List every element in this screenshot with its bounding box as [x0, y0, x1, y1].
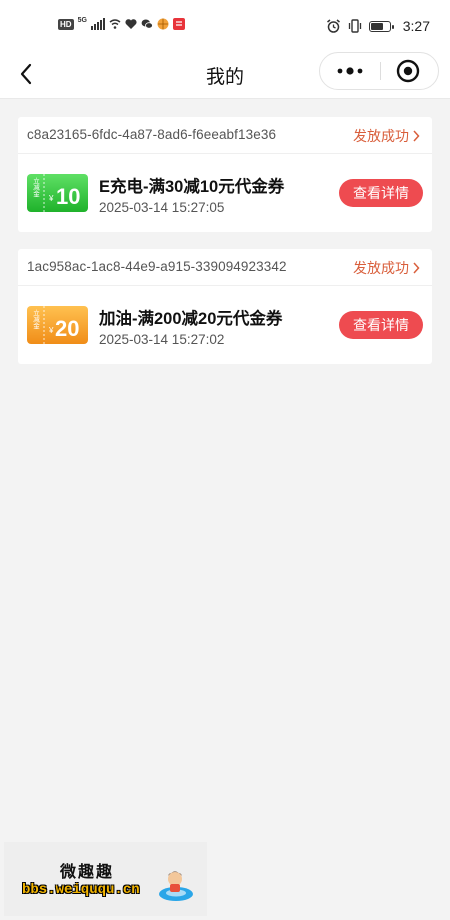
- ball-app-icon: [157, 18, 169, 30]
- order-id: 1ac958ac-1ac8-44e9-a915-339094923342: [27, 259, 287, 274]
- mascot-icon: [159, 871, 193, 901]
- close-button[interactable]: [378, 53, 438, 89]
- vibrate-icon: [348, 19, 361, 33]
- coupon-badge-icon: 立减金 ¥ 10: [27, 174, 88, 212]
- chevron-right-icon: [413, 130, 420, 142]
- view-detail-button[interactable]: 查看详情: [339, 311, 423, 339]
- order-card: c8a23165-6fdc-4a87-8ad6-f6eeabf13e36 发放成…: [18, 117, 432, 232]
- watermark: 微趣趣 bbs.weiququ.cn: [4, 842, 207, 916]
- battery-icon: [368, 20, 394, 32]
- send-status-label: 发放成功: [353, 260, 409, 276]
- order-card-header: 1ac958ac-1ac8-44e9-a915-339094923342 发放成…: [18, 249, 432, 286]
- chevron-left-icon: [20, 63, 32, 85]
- network-label: 5G: [77, 16, 87, 24]
- order-card-header: c8a23165-6fdc-4a87-8ad6-f6eeabf13e36 发放成…: [18, 117, 432, 154]
- watermark-title: 微趣趣: [60, 864, 115, 881]
- watermark-url: bbs.weiququ.cn: [22, 882, 140, 898]
- alarm-icon: [326, 18, 340, 33]
- more-button[interactable]: [320, 53, 380, 89]
- status-right-icons: 3:27: [326, 18, 430, 34]
- send-status-label: 发放成功: [353, 128, 409, 144]
- coupon-name: E充电-满30减10元代金券: [99, 178, 285, 196]
- coupon-time: 2025-03-14 15:27:02: [99, 332, 225, 347]
- coupon-amount: 10: [56, 184, 80, 209]
- status-left-icons: HD 5G: [58, 16, 185, 30]
- coupon-currency: ¥: [48, 326, 54, 335]
- target-close-icon: [396, 59, 420, 83]
- status-bar: HD 5G 3:27: [0, 0, 450, 52]
- order-card: 1ac958ac-1ac8-44e9-a915-339094923342 发放成…: [18, 249, 432, 364]
- coupon-time: 2025-03-14 15:27:05: [99, 200, 225, 215]
- wifi-icon: [109, 19, 121, 29]
- heart-app-icon: [125, 19, 137, 29]
- coupon-currency: ¥: [48, 194, 54, 203]
- order-id: c8a23165-6fdc-4a87-8ad6-f6eeabf13e36: [27, 127, 277, 142]
- signal-icon: [90, 18, 105, 30]
- view-detail-button[interactable]: 查看详情: [339, 179, 423, 207]
- status-time: 3:27: [402, 18, 430, 34]
- nav-bar: 我的: [0, 52, 450, 99]
- coupon-name: 加油-满200减20元代金券: [99, 310, 283, 328]
- coupon-amount: 20: [55, 316, 79, 341]
- chevron-right-icon: [413, 262, 420, 274]
- wechat-icon: [141, 19, 153, 29]
- order-card-body: 立减金 ¥ 10 E充电-满30减10元代金券 2025-03-14 15:27…: [18, 154, 432, 232]
- send-status-link[interactable]: 发放成功: [353, 258, 420, 278]
- coupon-badge-label: 立减金: [32, 176, 40, 197]
- red-app-icon: [172, 18, 185, 30]
- order-card-body: 立减金 ¥ 20 加油-满200减20元代金券 2025-03-14 15:27…: [18, 286, 432, 364]
- mini-program-capsule: [319, 52, 439, 90]
- coupon-badge-icon: 立减金 ¥ 20: [27, 306, 88, 344]
- send-status-link[interactable]: 发放成功: [353, 126, 420, 146]
- back-button[interactable]: [12, 60, 40, 88]
- coupon-badge-label: 立减金: [32, 308, 40, 329]
- more-dots-icon: [337, 67, 363, 75]
- hd-badge: HD: [58, 18, 74, 30]
